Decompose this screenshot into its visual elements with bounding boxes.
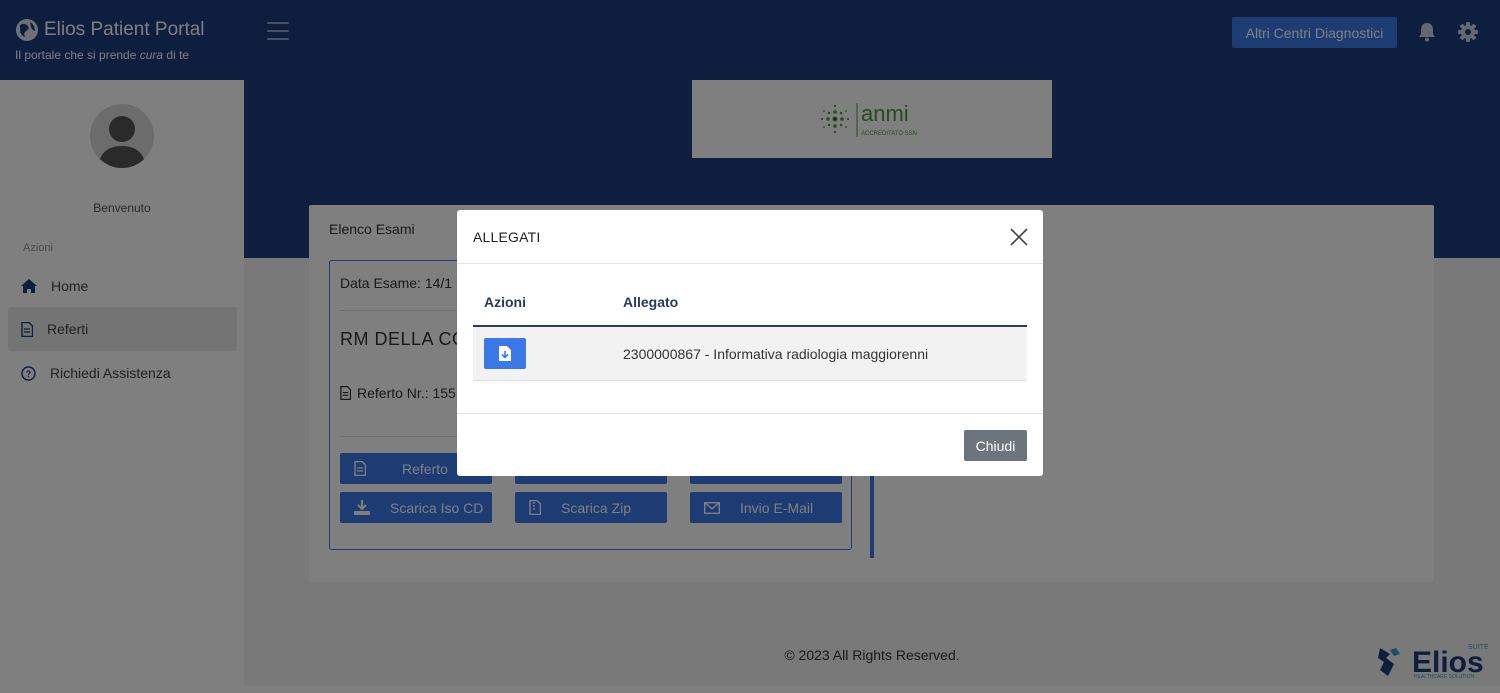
chiudi-button[interactable]: Chiudi	[964, 430, 1027, 461]
download-attachment-button[interactable]	[484, 338, 526, 369]
close-icon[interactable]	[1010, 228, 1028, 246]
attachment-name[interactable]: 2300000867 - Informativa radiologia magg…	[623, 346, 928, 362]
modal-footer-divider	[457, 413, 1043, 414]
column-header-allegato: Allegato	[623, 294, 679, 310]
modal-header-divider	[457, 263, 1043, 264]
column-header-azioni: Azioni	[484, 294, 526, 310]
allegati-modal: ALLEGATI Azioni Allegato 2300000867 - In…	[457, 210, 1043, 476]
modal-title: ALLEGATI	[473, 229, 541, 245]
file-download-icon	[499, 346, 511, 361]
table-row: 2300000867 - Informativa radiologia magg…	[473, 327, 1027, 381]
